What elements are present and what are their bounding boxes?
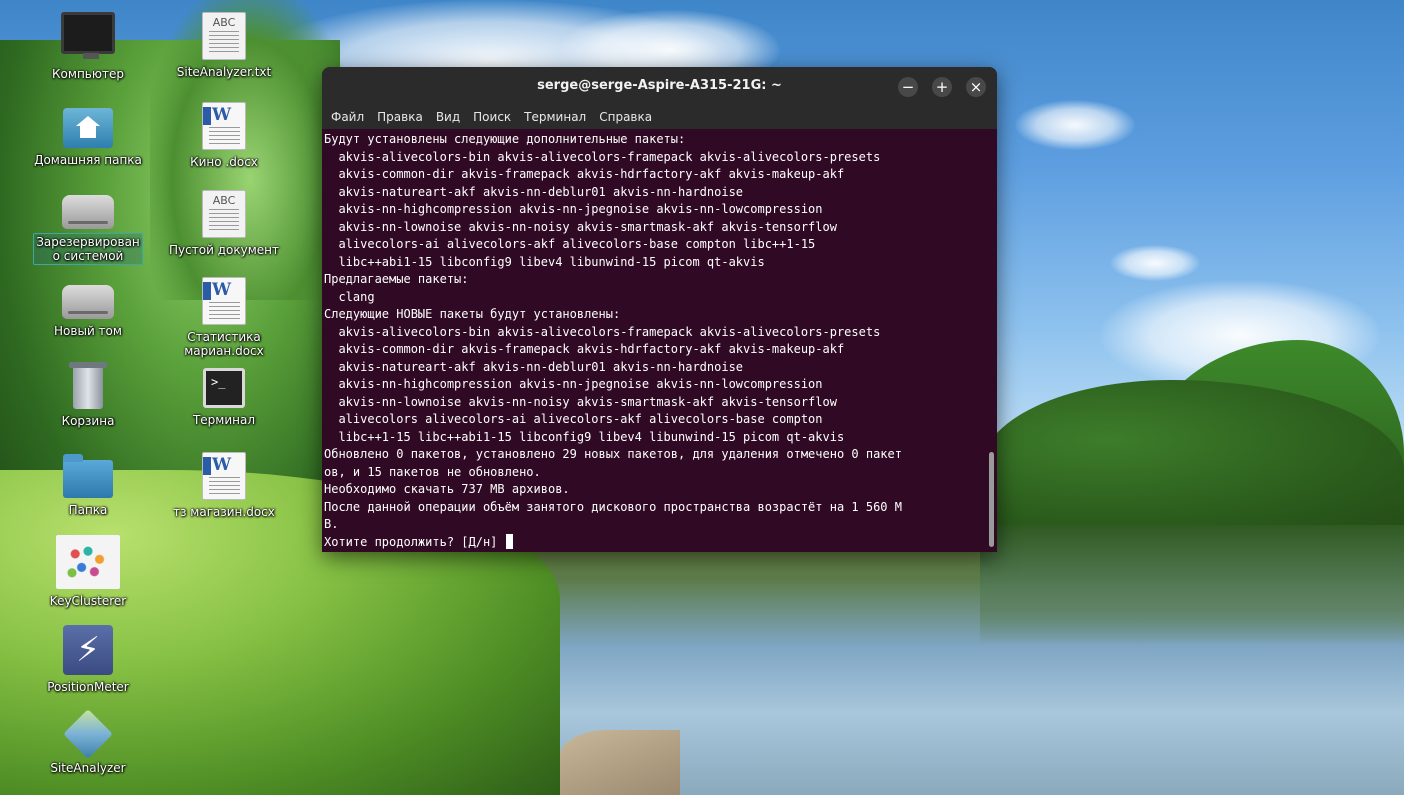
desktop-icon-statistics-docx[interactable]: W Статистика мариан.docx [154,277,294,359]
trash-icon [69,362,107,409]
text-file-icon: ABC [202,190,246,238]
desktop-icon-label: SiteAnalyzer.txt [176,65,272,79]
desktop-icon-label: Кино .docx [190,155,258,169]
menu-file[interactable]: Файл [331,110,364,124]
desktop-icon-positionmeter[interactable]: ⚡ PositionMeter [18,625,158,695]
output-line: akvis-common-dir akvis-framepack akvis-h… [324,167,845,181]
maximize-button[interactable]: + [932,77,952,97]
home-folder-icon [63,108,113,148]
prompt-line[interactable]: Хотите продолжить? [Д/н] [324,533,985,552]
output-line: alivecolors alivecolors-ai alivecolors-a… [324,412,823,426]
desktop-icon-label: Корзина [61,414,115,428]
desktop-icon-tz-shop-docx[interactable]: W тз магазин.docx [154,452,294,520]
output-line: akvis-natureart-akf akvis-nn-deblur01 ak… [324,184,744,199]
output-line: Необходимо скачать 737 MB архивов. [324,482,570,496]
prompt-text: Хотите продолжить? [Д/н] [324,534,505,549]
terminal-titlebar[interactable]: serge@serge-Aspire-A315-21G: ~ − + × [322,67,997,105]
folder-icon [63,454,113,498]
desktop-icon-label: Папка [68,503,108,517]
output-line: akvis-nn-highcompression akvis-nn-jpegno… [324,377,823,391]
desktop-icon-computer[interactable]: Компьютер [18,12,158,82]
desktop-icon-label: Терминал [192,413,256,427]
output-line: libc++1-15 libc++abi1-15 libconfig9 libe… [324,429,845,444]
positionmeter-icon: ⚡ [63,625,113,675]
keyclusterer-icon [56,535,120,589]
menu-view[interactable]: Вид [436,110,460,124]
desktop-icon-kino-docx[interactable]: W Кино .docx [154,102,294,170]
output-line: akvis-nn-highcompression akvis-nn-jpegno… [324,202,823,216]
text-file-icon: ABC [202,12,246,60]
output-line: akvis-alivecolors-bin akvis-alivecolors-… [324,324,881,339]
desktop-icon-label: Зарезервирован о системой [33,233,143,265]
output-line: libc++abi1-15 libconfig9 libev4 libunwin… [324,254,765,269]
close-button[interactable]: × [966,77,986,97]
output-line: akvis-natureart-akf akvis-nn-deblur01 ak… [324,359,744,374]
desktop-icon-label: KeyClusterer [49,594,127,608]
output-line: Предлагаемые пакеты: [324,272,469,286]
terminal-menubar: Файл Правка Вид Поиск Терминал Справка [322,105,997,129]
window-title: serge@serge-Aspire-A315-21G: ~ [537,78,782,93]
output-line: akvis-nn-lownoise akvis-nn-noisy akvis-s… [324,394,837,409]
terminal-window[interactable]: serge@serge-Aspire-A315-21G: ~ − + × Фай… [322,67,997,552]
desktop-icon-label: Новый том [54,324,122,338]
output-line: ов, и 15 пакетов не обновлено. [324,464,541,479]
output-line: После данной операции объём занятого дис… [324,499,902,514]
drive-icon [62,195,114,229]
terminal-icon: >_ [203,368,245,408]
desktop-icon-label: тз магазин.docx [173,505,275,519]
computer-icon [61,12,115,59]
output-line: clang [324,289,375,304]
menu-edit[interactable]: Правка [377,110,423,124]
desktop-icon-label: PositionMeter [47,680,129,694]
desktop-icon-terminal[interactable]: >_ Терминал [154,368,294,428]
desktop-icon-label: Статистика мариан.docx [184,330,264,358]
output-line: B. [324,517,339,531]
menu-help[interactable]: Справка [599,110,652,124]
menu-search[interactable]: Поиск [473,110,511,124]
text-cursor [505,533,513,549]
menu-terminal[interactable]: Терминал [524,110,586,124]
output-line: akvis-alivecolors-bin akvis-alivecolors-… [324,149,881,164]
desktop-icon-label: Домашняя папка [34,153,142,167]
terminal-output[interactable]: Будут установлены следующие дополнительн… [322,129,985,552]
desktop-icon-empty-document[interactable]: ABC Пустой документ [154,190,294,258]
output-line: akvis-common-dir akvis-framepack akvis-h… [324,342,845,356]
desktop-icon-siteanalyzer[interactable]: SiteAnalyzer [18,709,158,776]
desktop-icon-reserved-volume[interactable]: Зарезервирован о системой [18,195,158,265]
output-line: Следующие НОВЫЕ пакеты будут установлены… [324,307,621,321]
desktop-icon-home[interactable]: Домашняя папка [18,108,158,168]
word-doc-icon: W [202,102,246,150]
desktop-icon-new-volume[interactable]: Новый том [18,285,158,339]
desktop-icon-folder[interactable]: Папка [18,454,158,518]
desktop-icon-keyclusterer[interactable]: KeyClusterer [18,535,158,609]
scrollbar-thumb[interactable] [989,452,994,547]
desktop-icon-label: Компьютер [52,67,124,81]
word-doc-icon: W [202,452,246,500]
desktop-icon-siteanalyzer-txt[interactable]: ABC SiteAnalyzer.txt [154,12,294,80]
drive-icon [62,285,114,319]
desktop-icon-label: Пустой документ [169,243,279,257]
minimize-button[interactable]: − [898,77,918,97]
desktop-icon-label: SiteAnalyzer [50,761,126,775]
siteanalyzer-icon [63,709,113,759]
word-doc-icon: W [202,277,246,325]
output-line: Обновлено 0 пакетов, установлено 29 новы… [324,447,902,461]
output-line: alivecolors-ai alivecolors-akf alivecolo… [324,237,816,251]
desktop-icon-trash[interactable]: Корзина [18,362,158,429]
output-line: akvis-nn-lownoise akvis-nn-noisy akvis-s… [324,219,837,234]
output-line: Будут установлены следующие дополнительн… [324,132,686,146]
